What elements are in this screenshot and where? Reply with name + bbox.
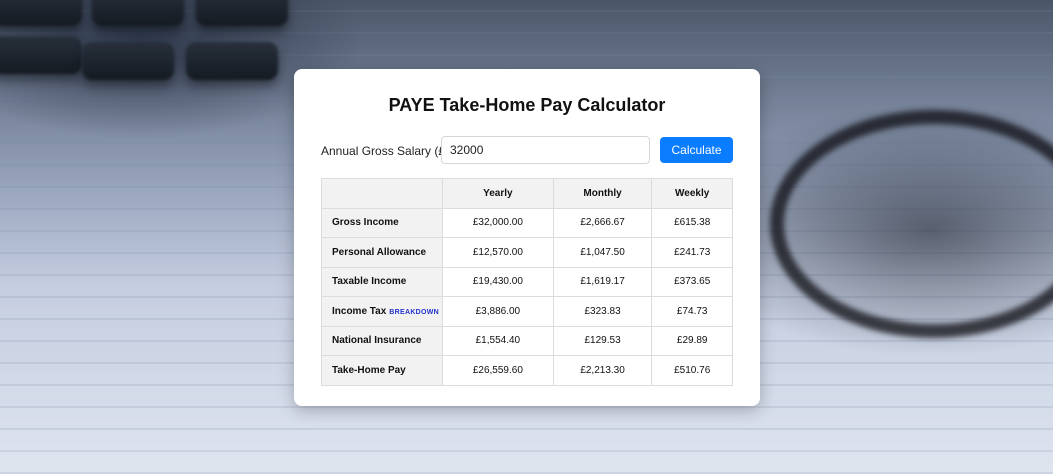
- table-cell: £2,666.67: [552, 207, 653, 238]
- breakdown-link[interactable]: BREAKDOWN: [389, 309, 439, 316]
- table-cell: £373.65: [651, 266, 733, 297]
- column-header-weekly: Weekly: [651, 178, 733, 209]
- table-cell: £2,213.30: [552, 355, 653, 386]
- table-row: Income Tax BREAKDOWN £3,886.00 £323.83 £7…: [321, 296, 733, 327]
- column-header-yearly: Yearly: [442, 178, 554, 209]
- table-cell: £29.89: [651, 325, 733, 356]
- calculate-button[interactable]: Calculate: [660, 137, 733, 163]
- table-cell: £1,047.50: [552, 237, 653, 268]
- salary-input[interactable]: [441, 136, 650, 164]
- table-cell: £241.73: [651, 237, 733, 268]
- salary-label: Annual Gross Salary (£):: [321, 144, 453, 158]
- table-cell: £510.76: [651, 355, 733, 386]
- row-label-taxable-income: Taxable Income: [321, 266, 443, 297]
- row-label-personal-allowance: Personal Allowance: [321, 237, 443, 268]
- table-cell: £1,554.40: [442, 325, 554, 356]
- table-header-row: Yearly Monthly Weekly: [321, 178, 733, 209]
- row-label-take-home-pay: Take-Home Pay: [321, 355, 443, 386]
- table-cell: £323.83: [552, 296, 653, 327]
- income-tax-label: Income Tax: [332, 305, 387, 317]
- table-row: Take-Home Pay £26,559.60 £2,213.30 £510.…: [321, 355, 733, 386]
- table-cell: £12,570.00: [442, 237, 554, 268]
- column-header-monthly: Monthly: [552, 178, 653, 209]
- table-row: National Insurance £1,554.40 £129.53 £29…: [321, 325, 733, 356]
- page-title: PAYE Take-Home Pay Calculator: [388, 95, 666, 115]
- table-row: Gross Income £32,000.00 £2,666.67 £615.3…: [321, 207, 733, 238]
- results-table: Yearly Monthly Weekly Gross Income £32,0…: [321, 178, 733, 386]
- table-cell: £19,430.00: [442, 266, 554, 297]
- table-cell: £74.73: [651, 296, 733, 327]
- calculator-keys-image: [0, 0, 300, 130]
- table-row: Personal Allowance £12,570.00 £1,047.50 …: [321, 237, 733, 268]
- table-cell: £615.38: [651, 207, 733, 238]
- table-corner-cell: [321, 178, 443, 209]
- row-label-gross-income: Gross Income: [321, 207, 443, 238]
- table-cell: £129.53: [552, 325, 653, 356]
- table-row: Taxable Income £19,430.00 £1,619.17 £373…: [321, 266, 733, 297]
- table-cell: £1,619.17: [552, 266, 653, 297]
- row-label-income-tax: Income Tax BREAKDOWN: [321, 296, 443, 327]
- table-cell: £26,559.60: [442, 355, 554, 386]
- table-cell: £3,886.00: [442, 296, 554, 327]
- eyeglasses-image: [770, 110, 1053, 338]
- calculator-card: PAYE Take-Home Pay Calculator Annual Gro…: [294, 69, 760, 406]
- row-label-national-insurance: National Insurance: [321, 325, 443, 356]
- table-cell: £32,000.00: [442, 207, 554, 238]
